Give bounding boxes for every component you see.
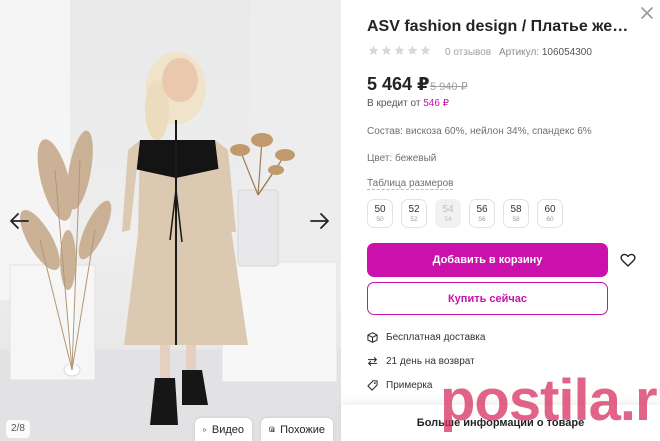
- video-button[interactable]: Видео: [195, 418, 252, 441]
- previous-image-icon[interactable]: [8, 209, 32, 233]
- credit-info: В кредит от 546 ₽: [367, 98, 449, 109]
- next-image-icon[interactable]: [307, 209, 331, 233]
- color-info: Цвет: бежевый: [367, 153, 437, 164]
- size-ru: 56: [478, 215, 486, 223]
- size-value: 54: [442, 203, 454, 215]
- size-ru: 52: [410, 215, 418, 223]
- product-title: ASV fashion design / Платье жен…: [367, 18, 637, 35]
- product-gallery: 2/8 Видео Похожие: [0, 0, 341, 441]
- fitting-info: Примерка: [367, 380, 433, 391]
- star-icon: [368, 45, 379, 55]
- size-ru: 60: [546, 215, 554, 223]
- size-value: 50: [374, 203, 386, 215]
- return-arrows-icon: [367, 357, 378, 366]
- credit-amount[interactable]: 546 ₽: [423, 98, 449, 109]
- video-label: Видео: [211, 423, 244, 436]
- article-number: Артикул: 106054300: [499, 47, 592, 58]
- fitting-label: Примерка: [386, 380, 433, 391]
- similar-button[interactable]: Похожие: [261, 418, 333, 441]
- size-ru: 50: [376, 215, 384, 223]
- free-delivery-info: Бесплатная доставка: [367, 332, 485, 343]
- play-icon: [203, 427, 207, 432]
- size-option-60[interactable]: 60 60: [537, 199, 563, 228]
- size-option-58[interactable]: 58 58: [503, 199, 529, 228]
- heart-icon[interactable]: [620, 252, 636, 268]
- image-search-icon: [269, 426, 275, 433]
- return-info: 21 день на возврат: [367, 356, 475, 367]
- article-label: Артикул:: [499, 47, 540, 58]
- box-icon: [367, 332, 378, 343]
- reviews-link[interactable]: 0 отзывов: [445, 47, 491, 58]
- size-option-50[interactable]: 50 50: [367, 199, 393, 228]
- size-ru: 58: [512, 215, 520, 223]
- current-price: 5 464 ₽: [367, 74, 430, 94]
- more-info-button[interactable]: Больше информации о товаре: [341, 405, 660, 441]
- close-icon[interactable]: [640, 6, 654, 20]
- product-photo[interactable]: [0, 0, 341, 441]
- size-ru: 54: [444, 215, 452, 223]
- size-value: 60: [544, 203, 556, 215]
- buy-now-button[interactable]: Купить сейчас: [367, 282, 608, 315]
- credit-label: В кредит от: [367, 98, 421, 109]
- size-value: 58: [510, 203, 522, 215]
- size-option-54[interactable]: 54 54: [435, 199, 461, 228]
- article-value: 106054300: [541, 47, 592, 58]
- tag-icon: [367, 380, 378, 391]
- add-to-cart-button[interactable]: Добавить в корзину: [367, 243, 608, 277]
- product-details-panel: ASV fashion design / Платье жен… 0 отзыв…: [341, 0, 660, 441]
- free-delivery-label: Бесплатная доставка: [386, 332, 486, 343]
- star-icon: [420, 45, 431, 55]
- rating-stars: [368, 45, 431, 56]
- size-selector: 50 50 52 52 54 54 56 56 58 58 60 60: [367, 199, 563, 228]
- size-value: 56: [476, 203, 488, 215]
- size-chart-link[interactable]: Таблица размеров: [367, 178, 454, 190]
- old-price: 5 940 ₽: [430, 81, 468, 93]
- similar-label: Похожие: [280, 423, 325, 436]
- size-value: 52: [408, 203, 420, 215]
- image-counter: 2/8: [6, 420, 30, 438]
- star-icon: [394, 45, 405, 55]
- star-icon: [381, 45, 392, 55]
- star-icon: [407, 45, 418, 55]
- size-option-52[interactable]: 52 52: [401, 199, 427, 228]
- return-label: 21 день на возврат: [386, 356, 475, 367]
- size-option-56[interactable]: 56 56: [469, 199, 495, 228]
- composition: Состав: вискоза 60%, нейлон 34%, спандек…: [367, 126, 592, 137]
